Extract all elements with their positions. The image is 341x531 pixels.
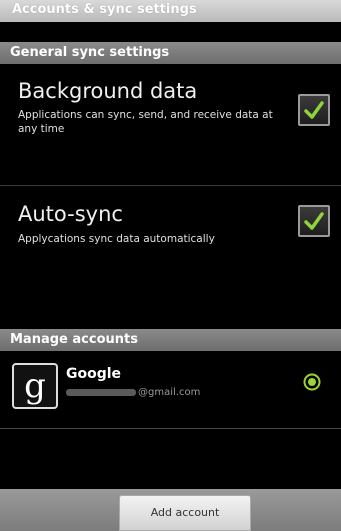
account-email: @gmail.com [66, 387, 200, 398]
sync-status-icon [303, 373, 321, 391]
window-title: Accounts & sync settings [0, 0, 341, 22]
section-header-general: General sync settings [0, 42, 341, 64]
auto-sync-title: Auto-sync [18, 202, 123, 226]
account-name: Google [66, 366, 122, 382]
auto-sync-setting[interactable]: Auto-sync Applycations sync data automat… [0, 187, 341, 329]
account-email-domain: @gmail.com [138, 387, 201, 398]
google-logo-icon: g [12, 363, 58, 409]
background-data-checkbox[interactable] [298, 94, 330, 126]
account-item-google[interactable]: g Google @gmail.com [0, 351, 341, 429]
auto-sync-summary: Applycations sync data automatically [18, 233, 215, 245]
background-data-title: Background data [18, 79, 198, 103]
divider [0, 428, 341, 429]
background-data-setting[interactable]: Background data Applications can sync, s… [0, 64, 341, 186]
add-account-button[interactable]: Add account [119, 495, 251, 531]
section-header-manage-accounts: Manage accounts [0, 329, 341, 351]
checkmark-icon [304, 101, 324, 119]
bottom-button-bar: Add account [0, 489, 341, 531]
checkmark-icon [304, 212, 324, 230]
background-data-summary: Applications can sync, send, and receive… [18, 109, 273, 135]
divider [0, 185, 341, 186]
auto-sync-checkbox[interactable] [298, 205, 330, 237]
